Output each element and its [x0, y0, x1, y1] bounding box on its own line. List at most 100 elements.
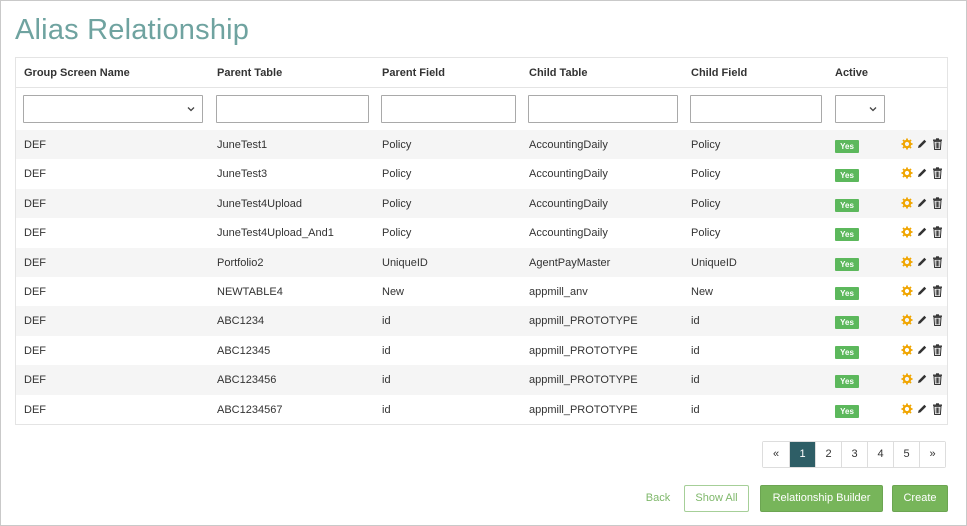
active-status-badge: Yes — [835, 198, 859, 212]
gear-icon[interactable] — [900, 225, 914, 239]
pencil-icon[interactable] — [915, 343, 929, 357]
pencil-icon[interactable] — [915, 284, 929, 298]
row-actions — [900, 284, 944, 298]
trash-icon[interactable] — [930, 343, 944, 357]
cell-parent-table: JuneTest4Upload_And1 — [217, 227, 334, 240]
pagination: « 1 2 3 4 5 » — [762, 441, 946, 468]
relationship-builder-button[interactable]: Relationship Builder — [760, 485, 883, 512]
gear-icon[interactable] — [900, 137, 914, 151]
pencil-icon[interactable] — [915, 225, 929, 239]
column-header-parent-table[interactable]: Parent Table — [217, 67, 282, 79]
trash-icon[interactable] — [930, 196, 944, 210]
table-row[interactable]: DEF ABC1234567 id appmill_PROTOTYPE id Yes — [16, 395, 947, 424]
pencil-icon[interactable] — [915, 313, 929, 327]
cell-child-field: id — [691, 403, 700, 416]
cell-parent-table: ABC1234567 — [217, 403, 283, 416]
parent-field-filter-input[interactable] — [381, 95, 516, 123]
gear-icon[interactable] — [900, 402, 914, 416]
cell-child-table: appmill_anv — [529, 285, 588, 298]
pencil-icon[interactable] — [915, 137, 929, 151]
active-status-badge: Yes — [835, 257, 859, 271]
trash-icon[interactable] — [930, 372, 944, 386]
active-status-badge: Yes — [835, 375, 859, 389]
page-title: Alias Relationship — [15, 14, 250, 46]
gear-icon[interactable] — [900, 313, 914, 327]
cell-child-field: Policy — [691, 197, 721, 210]
cell-parent-table: ABC1234 — [217, 315, 265, 328]
pencil-icon[interactable] — [915, 402, 929, 416]
table-row[interactable]: DEF NEWTABLE4 New appmill_anv New Yes — [16, 277, 947, 306]
cell-group-screen-name: DEF — [24, 197, 46, 210]
cell-parent-field: Policy — [382, 197, 412, 210]
cell-group-screen-name: DEF — [24, 227, 46, 240]
column-header-parent-field[interactable]: Parent Field — [382, 67, 445, 79]
row-actions — [900, 255, 944, 269]
child-table-filter-input[interactable] — [528, 95, 678, 123]
pagination-page-3[interactable]: 3 — [841, 442, 867, 467]
trash-icon[interactable] — [930, 166, 944, 180]
group-screen-name-filter-select[interactable] — [23, 95, 203, 123]
table-row[interactable]: DEF Portfolio2 UniqueID AgentPayMaster Uniqu… — [16, 247, 947, 277]
cell-child-table: AccountingDaily — [529, 168, 608, 181]
table-row[interactable]: DEF JuneTest3 Policy AccountingDaily Policy Y… — [16, 159, 947, 188]
cell-parent-field: Policy — [382, 139, 412, 151]
cell-group-screen-name: DEF — [24, 285, 46, 298]
table-row[interactable]: DEF JuneTest4Upload Policy AccountingDaily P… — [16, 188, 947, 219]
parent-table-filter-input[interactable] — [216, 95, 369, 123]
row-actions — [900, 313, 944, 327]
cell-child-field: id — [691, 374, 700, 387]
child-field-filter-input[interactable] — [690, 95, 822, 123]
table-row[interactable]: DEF JuneTest1 Policy AccountingDaily Policy Y… — [16, 130, 947, 160]
table-row[interactable]: DEF ABC12345 id appmill_PROTOTYPE id Yes — [16, 336, 947, 365]
pencil-icon[interactable] — [915, 255, 929, 269]
show-all-button[interactable]: Show All — [684, 485, 749, 512]
trash-icon[interactable] — [930, 137, 944, 151]
filter-row — [16, 88, 947, 130]
pencil-icon[interactable] — [915, 196, 929, 210]
pagination-next-button[interactable]: » — [919, 442, 945, 467]
cell-parent-field: UniqueID — [382, 256, 428, 269]
pagination-page-2[interactable]: 2 — [815, 442, 841, 467]
row-actions — [900, 372, 944, 386]
table-row[interactable]: DEF ABC123456 id appmill_PROTOTYPE id Yes — [16, 365, 947, 395]
trash-icon[interactable] — [930, 402, 944, 416]
gear-icon[interactable] — [900, 284, 914, 298]
pagination-page-5[interactable]: 5 — [893, 442, 919, 467]
gear-icon[interactable] — [900, 255, 914, 269]
trash-icon[interactable] — [930, 225, 944, 239]
active-filter-select[interactable] — [835, 95, 885, 123]
gear-icon[interactable] — [900, 166, 914, 180]
gear-icon[interactable] — [900, 372, 914, 386]
active-status-badge: Yes — [835, 228, 859, 242]
pagination-page-1[interactable]: 1 — [789, 442, 815, 467]
column-header-child-table[interactable]: Child Table — [529, 67, 587, 79]
pagination-page-4[interactable]: 4 — [867, 442, 893, 467]
active-status-badge: Yes — [835, 286, 859, 300]
cell-parent-field: id — [382, 344, 391, 357]
pencil-icon[interactable] — [915, 166, 929, 180]
trash-icon[interactable] — [930, 255, 944, 269]
pencil-icon[interactable] — [915, 372, 929, 386]
row-actions — [900, 402, 944, 416]
cell-child-table: appmill_PROTOTYPE — [529, 374, 638, 387]
cell-parent-field: Policy — [382, 168, 412, 181]
row-actions — [900, 137, 944, 151]
pagination-prev-button[interactable]: « — [763, 442, 789, 467]
column-header-active[interactable]: Active — [835, 67, 868, 79]
grid-header: Group Screen Name Parent Table Parent Fi… — [16, 58, 947, 88]
trash-icon[interactable] — [930, 284, 944, 298]
cell-child-field: id — [691, 344, 700, 357]
cell-parent-field: id — [382, 315, 391, 328]
back-button[interactable]: Back — [641, 485, 675, 512]
gear-icon[interactable] — [900, 343, 914, 357]
create-button[interactable]: Create — [892, 485, 948, 512]
gear-icon[interactable] — [900, 196, 914, 210]
cell-child-field: id — [691, 315, 700, 328]
cell-parent-field: id — [382, 403, 391, 416]
trash-icon[interactable] — [930, 313, 944, 327]
table-row[interactable]: DEF JuneTest4Upload_And1 Policy AccountingD… — [16, 218, 947, 247]
cell-group-screen-name: DEF — [24, 403, 46, 416]
column-header-child-field[interactable]: Child Field — [691, 67, 747, 79]
table-row[interactable]: DEF ABC1234 id appmill_PROTOTYPE id Yes — [16, 306, 947, 336]
column-header-group-screen-name[interactable]: Group Screen Name — [24, 67, 130, 79]
